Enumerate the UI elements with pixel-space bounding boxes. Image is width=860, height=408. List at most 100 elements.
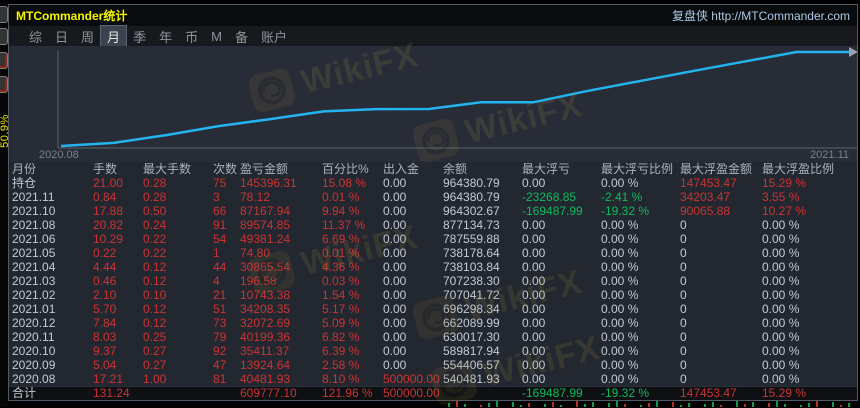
table-cell: 589817.94 xyxy=(443,344,500,358)
brand-link[interactable]: 复盘侠 http://MTCommander.com xyxy=(672,7,850,24)
menu-item-月[interactable]: 月 xyxy=(101,25,127,47)
table-cell: 0.00 % xyxy=(762,330,800,344)
table-cell: 609777.10 xyxy=(240,386,297,400)
table-total-row[interactable]: 合计 131.24 609777.10 121.96 % 500000.00 -16948… xyxy=(9,386,857,400)
mini-candle xyxy=(648,403,650,407)
table-cell: 0.46 xyxy=(93,274,117,288)
table-cell: 0.00 xyxy=(522,288,546,302)
table-cell: 0.25 xyxy=(143,330,167,344)
table-cell: 500000.00 xyxy=(383,386,440,400)
table-cell: 21.00 xyxy=(93,176,124,190)
table-row[interactable]: 2020.09 5.04 0.27 47 13924.64 2.58 % 0.00 55440… xyxy=(9,358,857,372)
table-cell: 2.58 % xyxy=(322,358,360,372)
table-cell: 79 xyxy=(213,330,227,344)
table-cell: 51 xyxy=(213,302,227,316)
stats-table: 月份 手数 最大手数 次数 盈亏金额 百分比% 出入金 余额 最大浮亏 最大浮亏比例 最大浮盈金额最… xyxy=(9,162,857,400)
table-cell: 10.27 % xyxy=(762,204,807,218)
table-cell: 17.88 xyxy=(93,204,124,218)
table-cell: 4 xyxy=(213,274,220,288)
table-row[interactable]: 2021.08 20.82 0.24 91 89574.85 11.37 % 0.00 877… xyxy=(9,218,857,232)
table-cell: 0.00 xyxy=(383,204,407,218)
table-cell: 0.10 xyxy=(143,288,167,302)
table-row[interactable]: 2021.11 0.84 0.28 3 78.12 0.01 % 0.00 964380.79… xyxy=(9,190,857,204)
table-cell: 0.22 xyxy=(143,246,167,260)
host-toolbar-strip: 50.9% xyxy=(0,0,11,407)
table-cell: 21 xyxy=(213,288,227,302)
table-cell: 131.24 xyxy=(93,386,130,400)
menu-item-季[interactable]: 季 xyxy=(127,26,152,47)
toolbar-button-icon[interactable] xyxy=(0,28,8,45)
table-cell: 0.03 % xyxy=(322,274,360,288)
table-cell: 5.09 % xyxy=(322,316,360,330)
table-cell: 0.00 xyxy=(522,260,546,274)
table-cell: 3.55 % xyxy=(762,190,800,204)
table-cell: 0.84 xyxy=(93,190,117,204)
table-cell: 47 xyxy=(213,358,227,372)
table-cell: 0.00 % xyxy=(762,302,800,316)
table-cell: 2021.08 xyxy=(12,218,56,232)
table-cell: 91 xyxy=(213,218,227,232)
menu-item-周[interactable]: 周 xyxy=(75,26,100,47)
table-cell: 2021.04 xyxy=(12,260,56,274)
menu-item-年[interactable]: 年 xyxy=(153,26,178,47)
mini-candle xyxy=(528,403,530,407)
table-row[interactable]: 2021.03 0.46 0.12 4 196.58 0.03 % 0.00 707238.3… xyxy=(9,274,857,288)
table-row[interactable]: 2021.10 17.88 0.50 66 87167.94 9.94 % 0.00 9643… xyxy=(9,204,857,218)
table-cell: 81 xyxy=(213,372,227,386)
table-cell: 73 xyxy=(213,316,227,330)
title-bar[interactable]: MTCommander统计 复盘侠 http://MTCommander.com xyxy=(9,5,857,26)
table-cell: 0 xyxy=(680,358,687,372)
table-cell: 4.36 % xyxy=(322,260,360,274)
table-row[interactable]: 2020.10 9.37 0.27 92 35411.37 6.39 % 0.00 58981… xyxy=(9,344,857,358)
table-row[interactable]: 2021.04 4.44 0.12 44 30865.54 4.36 % 0.00 73810… xyxy=(9,260,857,274)
table-cell: 0 xyxy=(680,302,687,316)
table-cell: 0.00 xyxy=(522,372,546,386)
table-cell: 0.00 % xyxy=(762,344,800,358)
table-cell: 196.58 xyxy=(240,274,277,288)
toolbar-button-icon[interactable] xyxy=(0,76,8,93)
table-cell: 0 xyxy=(680,344,687,358)
table-cell: 0.00 xyxy=(383,288,407,302)
table-row[interactable]: 2020.11 8.03 0.25 79 40199.36 6.82 % 0.00 63001… xyxy=(9,330,857,344)
table-cell: 0.00 xyxy=(522,302,546,316)
table-row[interactable]: 2021.02 2.10 0.10 21 10743.38 1.54 % 0.00 70704… xyxy=(9,288,857,302)
table-cell: 8.03 xyxy=(93,330,117,344)
mini-candle xyxy=(512,402,514,407)
toolbar-button-icon[interactable] xyxy=(0,6,8,23)
table-cell: 0.00 xyxy=(383,190,407,204)
table-row[interactable]: 持仓 21.00 0.28 75 145396.31 15.08 % 0.00 964380.… xyxy=(9,176,857,190)
menu-item-币[interactable]: 币 xyxy=(179,26,204,47)
chart-area: 2020.08 2021.11 xyxy=(9,46,857,162)
table-cell: 30865.54 xyxy=(240,260,291,274)
mini-candle xyxy=(616,401,618,407)
table-cell: 9.94 % xyxy=(322,204,360,218)
table-cell: 0.00 xyxy=(383,260,407,274)
table-row[interactable]: 2020.08 17.21 1.00 81 40481.93 8.10 % 500000.0… xyxy=(9,372,857,386)
menu-item-账户[interactable]: 账户 xyxy=(255,26,293,47)
header-cell: 手数 xyxy=(93,162,118,176)
table-cell: 20.82 xyxy=(93,218,124,232)
table-cell: 0.22 xyxy=(143,232,167,246)
table-cell: 147453.47 xyxy=(680,176,737,190)
mini-candle xyxy=(736,401,738,407)
table-cell: 0.00 % xyxy=(601,218,639,232)
table-cell: 0 xyxy=(680,246,687,260)
table-cell: 0.00 % xyxy=(762,358,800,372)
table-cell: 0.00 % xyxy=(601,274,639,288)
table-cell: 0 xyxy=(680,260,687,274)
table-cell: 0.00 % xyxy=(762,218,800,232)
table-row[interactable]: 2021.01 5.70 0.12 51 34208.35 5.17 % 0.00 69629… xyxy=(9,302,857,316)
table-cell: 0 xyxy=(680,372,687,386)
table-row[interactable]: 2021.05 0.22 0.22 1 74.80 0.01 % 0.00 738178.64… xyxy=(9,246,857,260)
table-row[interactable]: 2020.12 7.84 0.12 73 32072.69 5.09 % 0.00 66208… xyxy=(9,316,857,330)
menu-item-日[interactable]: 日 xyxy=(49,26,74,47)
table-cell: 9.37 xyxy=(93,344,117,358)
header-cell: 最大浮亏 xyxy=(522,162,571,176)
table-cell: 0 xyxy=(680,232,687,246)
table-cell: 0.00 % xyxy=(601,246,639,260)
toolbar-button-icon[interactable] xyxy=(0,52,8,69)
menu-item-M[interactable]: M xyxy=(205,28,228,45)
menu-item-备[interactable]: 备 xyxy=(229,26,254,47)
menu-item-综[interactable]: 综 xyxy=(23,26,48,47)
table-row[interactable]: 2021.06 10.29 0.22 54 49381.24 6.69 % 0.00 7875… xyxy=(9,232,857,246)
